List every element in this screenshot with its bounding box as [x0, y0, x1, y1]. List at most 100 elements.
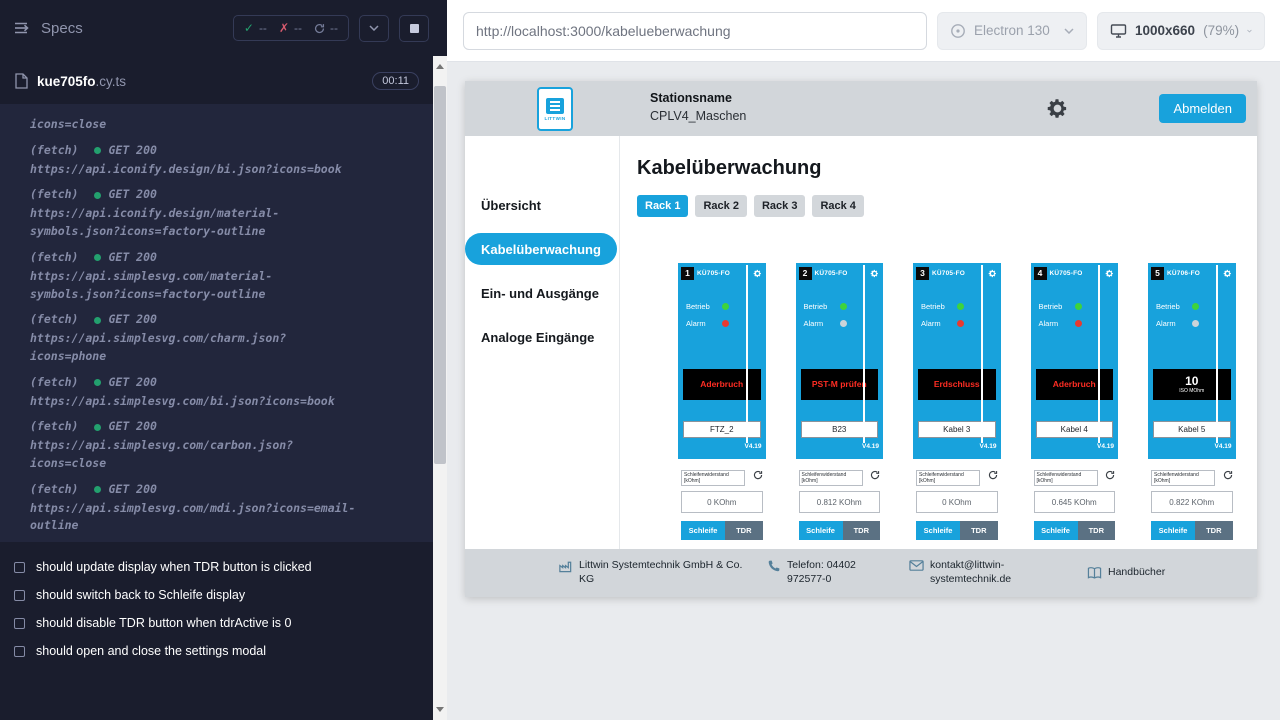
- browser-select[interactable]: Electron 130: [937, 12, 1087, 50]
- card-number-badge: 1: [681, 267, 694, 280]
- app-main: Kabelüberwachung Rack 1 Rack 2 Rack 3 Ra…: [620, 136, 1257, 549]
- schleife-button[interactable]: Schleife: [916, 521, 960, 540]
- log-entry[interactable]: (fetch)GET 200 https://api.simplesvg.com…: [30, 374, 413, 411]
- log-entry[interactable]: (fetch)GET 200 https://api.simplesvg.com…: [30, 418, 413, 472]
- refresh-icon[interactable]: [988, 470, 998, 480]
- schleife-button[interactable]: Schleife: [1151, 521, 1195, 540]
- specs-menu-icon[interactable]: [14, 20, 31, 36]
- resistance-label: Schleifenwiderstand [kOhm]: [916, 470, 980, 486]
- refresh-icon[interactable]: [870, 470, 880, 480]
- footer-phone[interactable]: Telefon: 04402 972577-0: [767, 559, 909, 586]
- card-number-badge: 3: [916, 267, 929, 280]
- status-ok-dot: [94, 254, 101, 261]
- footer-manuals[interactable]: Handbücher: [1087, 566, 1165, 580]
- sidebar-item-kabelueberwachung[interactable]: Kabelüberwachung: [465, 233, 617, 265]
- alarm-led: [1075, 320, 1082, 327]
- logout-button[interactable]: Abmelden: [1159, 94, 1246, 123]
- schleife-button[interactable]: Schleife: [1034, 521, 1078, 540]
- app-footer: Littwin Systemtechnik GmbH & Co. KG Tele…: [465, 549, 1257, 597]
- sidebar-item-uebersicht[interactable]: Übersicht: [465, 183, 619, 227]
- footer-email[interactable]: kontakt@littwin-systemtechnik.de: [909, 559, 1087, 586]
- scroll-down-button[interactable]: [433, 701, 447, 718]
- url-bar[interactable]: [463, 12, 927, 50]
- device-cards: 1 KÜ705-FO Betrieb Alarm Aderbruch FTZ_2: [637, 263, 1257, 548]
- status-ok-dot: [94, 424, 101, 431]
- card-model-label: KÜ705-FO: [697, 270, 753, 277]
- tdr-button[interactable]: TDR: [960, 521, 997, 540]
- stat-pending: --: [314, 21, 338, 35]
- card-gear-icon[interactable]: [988, 269, 997, 278]
- scrollbar-thumb[interactable]: [434, 86, 446, 464]
- littwin-logo: LITTWIN: [537, 87, 573, 131]
- log-entry[interactable]: (fetch)GET 200 https://api.simplesvg.com…: [30, 481, 413, 535]
- chevron-down-icon: [1064, 28, 1074, 34]
- refresh-icon[interactable]: [1105, 470, 1115, 480]
- tab-rack-4[interactable]: Rack 4: [812, 195, 863, 217]
- pending-icon: [314, 23, 325, 34]
- test-item[interactable]: should disable TDR button when tdrActive…: [14, 609, 433, 637]
- stat-failed: ✗--: [279, 21, 302, 35]
- test-item[interactable]: should open and close the settings modal: [14, 637, 433, 665]
- stat-passed: ✓--: [244, 21, 267, 35]
- test-state-icon: [14, 590, 25, 601]
- url-input[interactable]: [476, 23, 914, 39]
- spec-file-icon: [14, 73, 28, 89]
- card-gear-icon[interactable]: [1105, 269, 1114, 278]
- device-card: 2 KÜ705-FO Betrieb Alarm PST-M prüfen B2…: [796, 263, 884, 548]
- triangle-up-icon: [436, 64, 444, 69]
- firmware-version: V4.19: [862, 443, 879, 450]
- spec-extension: .cy.ts: [96, 74, 127, 89]
- card-gear-icon[interactable]: [753, 269, 762, 278]
- status-ok-dot: [94, 317, 101, 324]
- cypress-topbar: Specs ✓-- ✗-- --: [0, 0, 433, 56]
- stop-tests-button[interactable]: [399, 15, 429, 42]
- log-entry[interactable]: (fetch)GET 200 https://api.iconify.desig…: [30, 186, 413, 240]
- chevron-down-icon: [369, 25, 379, 31]
- viewport-size: 1000x660: [1135, 23, 1195, 38]
- tab-rack-2[interactable]: Rack 2: [695, 195, 746, 217]
- firmware-version: V4.19: [980, 443, 997, 450]
- schleife-button[interactable]: Schleife: [799, 521, 843, 540]
- device-card: 4 KÜ705-FO Betrieb Alarm Aderbruch Kabel…: [1031, 263, 1119, 548]
- test-item[interactable]: should update display when TDR button is…: [14, 553, 433, 581]
- sidebar-item-analoge-eingaenge[interactable]: Analoge Eingänge: [465, 315, 619, 359]
- status-display: 10 ISO MOhm: [1153, 369, 1231, 400]
- log-entry[interactable]: (fetch)GET 200 https://api.iconify.desig…: [30, 142, 413, 179]
- station-info: Stationsname CPLV4_Maschen: [650, 91, 746, 123]
- firmware-version: V4.19: [745, 443, 762, 450]
- spec-name: kue705fo.cy.ts: [37, 74, 126, 89]
- tdr-button[interactable]: TDR: [843, 521, 880, 540]
- cable-name: Kabel 3: [918, 421, 996, 438]
- settings-gear-icon[interactable]: [1046, 97, 1069, 120]
- scroll-up-button[interactable]: [433, 58, 447, 75]
- log-entry[interactable]: (fetch)GET 200 https://api.simplesvg.com…: [30, 311, 413, 365]
- card-number-badge: 2: [799, 267, 812, 280]
- viewport-select[interactable]: 1000x660 (79%): [1097, 12, 1265, 50]
- resistance-label: Schleifenwiderstand [kOhm]: [681, 470, 745, 486]
- runner-toolbar: Electron 130 1000x660 (79%): [447, 0, 1280, 62]
- refresh-icon[interactable]: [753, 470, 763, 480]
- card-number-badge: 4: [1034, 267, 1047, 280]
- status-display: PST-M prüfen: [801, 369, 879, 400]
- resistance-value: 0.645 KOhm: [1034, 491, 1116, 513]
- tab-rack-1[interactable]: Rack 1: [637, 195, 688, 217]
- page-title: Kabelüberwachung: [637, 157, 1257, 180]
- device-card: 1 KÜ705-FO Betrieb Alarm Aderbruch FTZ_2: [678, 263, 766, 548]
- tdr-button[interactable]: TDR: [1195, 521, 1232, 540]
- betrieb-led: [722, 303, 729, 310]
- cable-name: B23: [801, 421, 879, 438]
- tdr-button[interactable]: TDR: [725, 521, 762, 540]
- tab-rack-3[interactable]: Rack 3: [754, 195, 805, 217]
- tdr-button[interactable]: TDR: [1078, 521, 1115, 540]
- refresh-icon[interactable]: [1223, 470, 1233, 480]
- card-gear-icon[interactable]: [870, 269, 879, 278]
- sidebar-item-ein-und-ausgaenge[interactable]: Ein- und Ausgänge: [465, 271, 619, 315]
- log-entry[interactable]: icons=close: [30, 116, 413, 134]
- panel-scrollbar[interactable]: [433, 56, 447, 720]
- spec-file-row[interactable]: kue705fo.cy.ts 00:11: [0, 56, 433, 100]
- log-entry[interactable]: (fetch)GET 200 https://api.simplesvg.com…: [30, 249, 413, 303]
- test-item[interactable]: should switch back to Schleife display: [14, 581, 433, 609]
- collapse-reporter-button[interactable]: [359, 15, 389, 42]
- schleife-button[interactable]: Schleife: [681, 521, 725, 540]
- card-gear-icon[interactable]: [1223, 269, 1232, 278]
